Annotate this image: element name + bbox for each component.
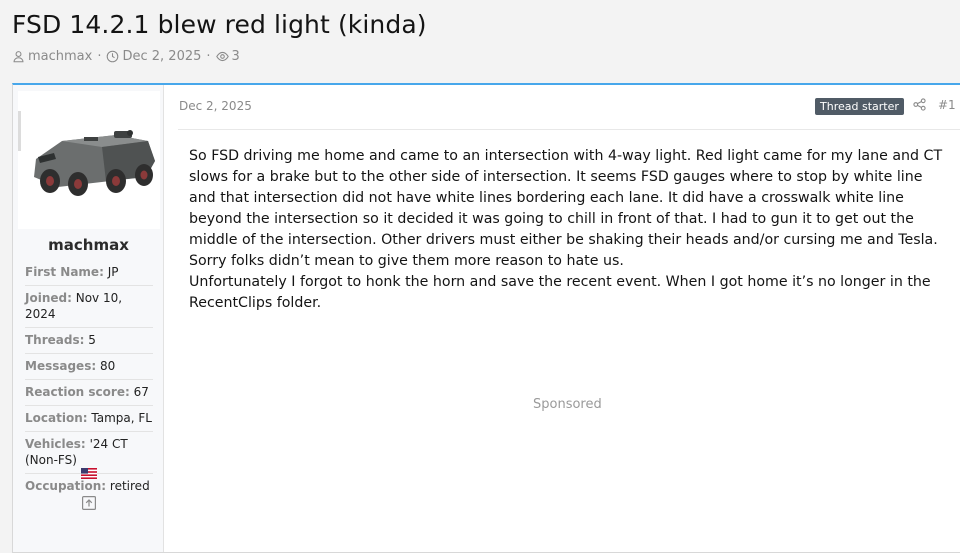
divider <box>178 129 960 130</box>
stat-joined: Joined: Nov 10, 2024 <box>25 286 153 328</box>
user-stats: First Name: JP Joined: Nov 10, 2024 Thre… <box>25 260 153 499</box>
post-container: machmax First Name: JP Joined: Nov 10, 2… <box>12 83 960 553</box>
stat-location: Location: Tampa, FL <box>25 406 153 432</box>
stat-first-name: First Name: JP <box>25 260 153 286</box>
stat-messages: Messages: 80 <box>25 354 153 380</box>
thread-date-link[interactable]: Dec 2, 2025 <box>122 49 201 64</box>
scroll-up-icon[interactable] <box>82 496 96 510</box>
avatar[interactable] <box>18 91 160 229</box>
us-flag-icon <box>81 468 97 479</box>
thread-author-link[interactable]: machmax <box>28 49 92 64</box>
post-paragraph: So FSD driving me home and came to an in… <box>189 148 943 269</box>
post-date[interactable]: Dec 2, 2025 <box>179 99 252 113</box>
armored-vehicle-icon <box>18 111 155 196</box>
user-info-column: machmax First Name: JP Joined: Nov 10, 2… <box>13 85 164 552</box>
stat-reaction-score: Reaction score: 67 <box>25 380 153 406</box>
user-icon <box>13 51 24 63</box>
thread-starter-badge: Thread starter <box>815 98 904 115</box>
post-content: Dec 2, 2025 Thread starter #1 So FSD dri… <box>178 85 960 552</box>
share-icon[interactable] <box>913 98 926 111</box>
thread-title: FSD 14.2.1 blew red light (kinda) <box>12 10 427 39</box>
sponsored-label: Sponsored <box>533 397 602 412</box>
post-paragraph: Unfortunately I forgot to honk the horn … <box>189 274 931 311</box>
post-body: So FSD driving me home and came to an in… <box>189 146 949 314</box>
post-number-link[interactable]: #1 <box>938 98 956 112</box>
view-count: 3 <box>231 49 240 64</box>
clock-icon <box>107 50 119 63</box>
eye-icon <box>215 51 229 62</box>
thread-meta: machmax · Dec 2, 2025 · 3 <box>12 49 240 64</box>
stat-threads: Threads: 5 <box>25 328 153 354</box>
username[interactable]: machmax <box>13 236 164 254</box>
